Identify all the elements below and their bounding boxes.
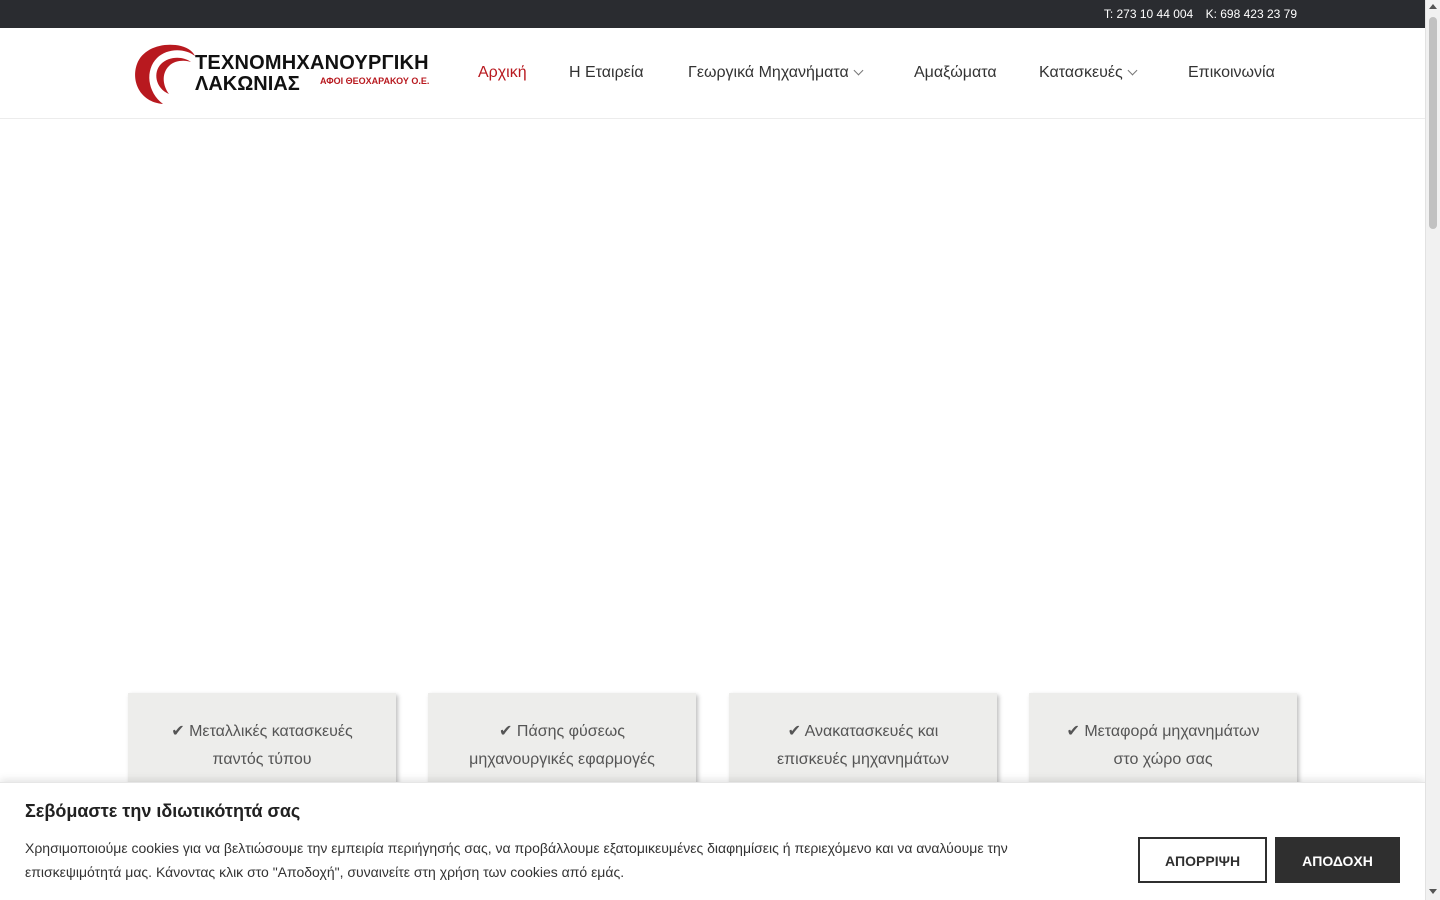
scroll-up-arrow-icon[interactable] xyxy=(1429,4,1437,9)
site-logo[interactable]: ΤΕΧΝΟΜΗΧΑΝΟΥΡΓΙΚΗ ΛΑΚΩΝΙΑΣ ΑΦΟΙ ΘΕΟΧΑΡΑΚ… xyxy=(129,40,429,106)
nav-item-constructions[interactable]: Κατασκευές xyxy=(1039,28,1138,118)
logo-name-line1: ΤΕΧΝΟΜΗΧΑΝΟΥΡΓΙΚΗ xyxy=(195,52,429,74)
nav-item-contact[interactable]: Επικοινωνία xyxy=(1188,28,1275,118)
nav-item-label: Η Εταιρεία xyxy=(569,64,644,81)
logo-subtitle: ΑΦΟΙ ΘΕΟΧΑΡΑΚΟΥ Ο.Ε. xyxy=(320,76,430,86)
feature-text-line: μηχανουργικές εφαρμογές xyxy=(469,751,655,768)
nav-item-label: Κατασκευές xyxy=(1039,64,1123,81)
feature-text-line: παντός τύπου xyxy=(212,751,312,768)
scroll-down-arrow-icon[interactable] xyxy=(1429,889,1437,894)
logo-name-line2: ΛΑΚΩΝΙΑΣ xyxy=(195,73,300,95)
reject-cookies-button[interactable]: ΑΠΟΡΡΙΨΗ xyxy=(1138,837,1267,883)
feature-text-line: ✔ Πάσης φύσεως xyxy=(499,723,625,740)
feature-text-line: επισκευές μηχανημάτων xyxy=(776,751,950,768)
top-contact-bar: T: 273 10 44 004 K: 698 423 23 79 xyxy=(0,0,1425,28)
logo-swoosh-icon xyxy=(135,44,195,104)
contact-phones: T: 273 10 44 004 K: 698 423 23 79 xyxy=(1095,0,1297,28)
nav-item-home[interactable]: Αρχική xyxy=(478,28,527,118)
scrollbar-thumb[interactable] xyxy=(1429,17,1437,229)
cookie-text: Χρησιμοποιούμε cookies για να βελτιώσουμ… xyxy=(25,840,1008,880)
nav-item-bodies[interactable]: Αμαξώματα xyxy=(914,28,997,118)
feature-text-line: ✔ Μεταλλικές κατασκευές xyxy=(171,723,353,740)
mobile-number[interactable]: K: 698 423 23 79 xyxy=(1206,7,1297,21)
page-scrollbar[interactable] xyxy=(1425,0,1440,900)
nav-item-label: Γεωργικά Μηχανήματα xyxy=(688,64,849,81)
chevron-down-icon xyxy=(853,65,864,76)
cookie-title: Σεβόμαστε την ιδιωτικότητά σας xyxy=(25,801,301,821)
nav-item-label: Αρχική xyxy=(478,64,527,81)
feature-text-line: ✔ Μεταφορά μηχανημάτων xyxy=(1066,723,1260,740)
chevron-down-icon xyxy=(1127,65,1138,76)
feature-text-line: στο χώρο σας xyxy=(1113,751,1213,768)
nav-item-agricultural-machines[interactable]: Γεωργικά Μηχανήματα xyxy=(688,28,864,118)
nav-item-company[interactable]: Η Εταιρεία xyxy=(569,28,644,118)
cookie-consent-banner: Σεβόμαστε την ιδιωτικότητά σας Χρησιμοπο… xyxy=(0,782,1425,900)
phone-number[interactable]: T: 273 10 44 004 xyxy=(1104,7,1193,21)
feature-text-line: ✔ Ανακατασκευές και xyxy=(787,723,939,740)
nav-item-label: Επικοινωνία xyxy=(1188,64,1275,81)
site-header: ΤΕΧΝΟΜΗΧΑΝΟΥΡΓΙΚΗ ΛΑΚΩΝΙΑΣ ΑΦΟΙ ΘΕΟΧΑΡΑΚ… xyxy=(0,28,1425,119)
accept-cookies-button[interactable]: ΑΠΟΔΟΧΗ xyxy=(1275,837,1400,883)
nav-item-label: Αμαξώματα xyxy=(914,64,997,81)
